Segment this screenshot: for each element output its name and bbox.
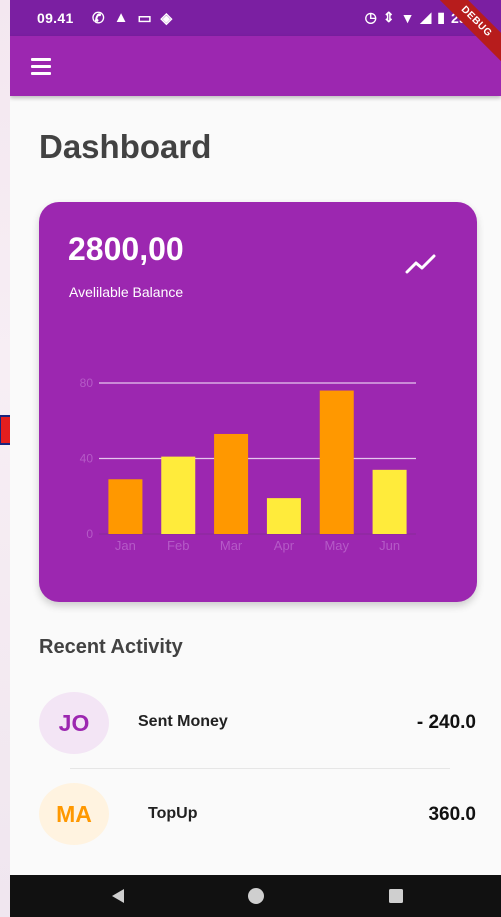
wifi-icon: ▼ [400, 9, 415, 26]
status-bar: 09.41 ✆ ▲ ▭ ◈ ◷ ⇕ ▼ ◢ ▮ 29% [10, 0, 501, 36]
activity-row-sent-money[interactable]: JO Sent Money - 240.0 [10, 683, 501, 763]
bar-mar [214, 433, 249, 534]
y-tick-label: 40 [80, 452, 94, 466]
activity-label: TopUp [148, 805, 198, 822]
signal-icon: ◢ [420, 9, 432, 25]
app-bar [10, 36, 501, 96]
recent-activity-heading: Recent Activity [39, 636, 183, 658]
status-notification-icons: ✆ ▲ ▭ ◈ [92, 9, 172, 27]
balance-bar-chart: 0 40 80 Jan Feb Mar Apr May Jun [80, 376, 416, 553]
back-icon[interactable] [106, 875, 130, 917]
bar-jan [108, 479, 143, 534]
bar-may [319, 390, 354, 534]
bar-apr [266, 498, 301, 534]
status-time: 09.41 [37, 10, 74, 26]
x-tick-label: Apr [274, 538, 295, 553]
x-tick-label: Jan [115, 538, 136, 553]
x-tick-label: May [324, 538, 349, 553]
x-tick-label: Mar [220, 538, 243, 553]
y-tick-label: 0 [86, 527, 93, 541]
app-m-icon: ◈ [160, 10, 173, 27]
activity-amount: 360.0 [428, 804, 476, 825]
divider [70, 768, 450, 769]
laptop-icon: ▭ [137, 10, 152, 27]
home-icon[interactable] [244, 875, 268, 917]
system-nav-bar [10, 875, 501, 917]
battery-icon: ▮ [437, 9, 445, 25]
x-tick-label: Jun [379, 538, 400, 553]
whatsapp-icon: ✆ [92, 10, 105, 27]
activity-row-topup[interactable]: MA TopUp 360.0 [10, 775, 501, 855]
bar-feb [161, 456, 196, 534]
alarm-icon: ◷ [364, 9, 377, 25]
bar-jun [372, 469, 407, 534]
avatar: JO [39, 692, 109, 754]
activity-label: Sent Money [138, 713, 228, 730]
balance-card: 2800,00 Avelilable Balance 0 40 80 Jan Feb Ma… [39, 202, 477, 602]
avatar: MA [39, 783, 109, 845]
menu-icon[interactable] [31, 58, 51, 75]
activity-amount: - 240.0 [416, 712, 476, 733]
phone-screen: 09.41 ✆ ▲ ▭ ◈ ◷ ⇕ ▼ ◢ ▮ 29% DEBUG Dashbo… [10, 0, 501, 917]
y-tick-label: 80 [80, 376, 94, 390]
page-title: Dashboard [39, 128, 212, 165]
x-tick-label: Feb [167, 538, 189, 553]
warning-icon: ▲ [113, 9, 129, 26]
data-arrows-icon: ⇕ [382, 9, 395, 25]
recents-icon[interactable] [384, 875, 408, 917]
